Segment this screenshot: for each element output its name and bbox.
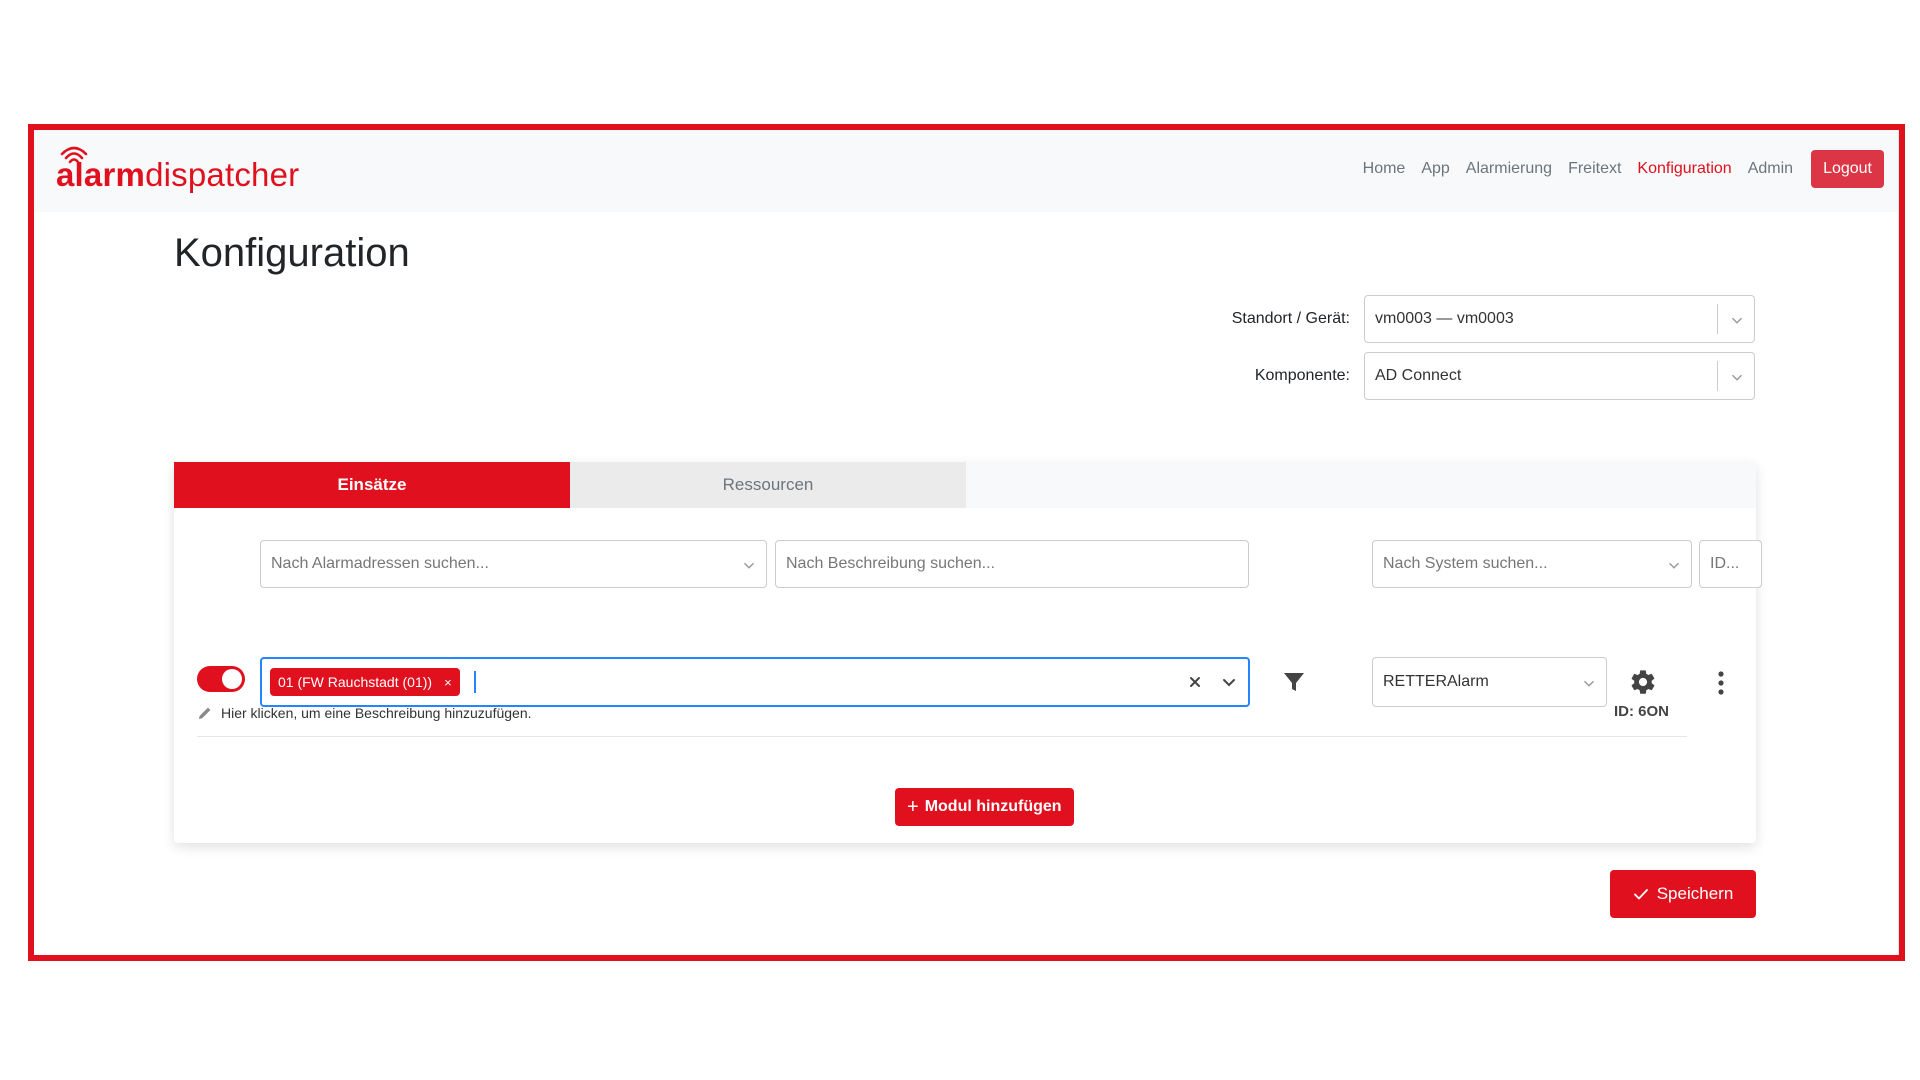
select-separator bbox=[1717, 304, 1718, 334]
kebab-icon[interactable] bbox=[1717, 670, 1725, 696]
save-label: Speichern bbox=[1656, 884, 1734, 903]
tab-einsaetze[interactable]: Einsätze bbox=[174, 462, 570, 508]
chevron-down-icon bbox=[743, 562, 755, 569]
chevron-down-icon bbox=[1583, 680, 1595, 687]
text-caret bbox=[474, 671, 476, 693]
location-value: vm0003 — vm0003 bbox=[1375, 310, 1514, 327]
page-title: Konfiguration bbox=[174, 231, 410, 275]
select-separator bbox=[1717, 361, 1718, 391]
logout-button[interactable]: Logout bbox=[1811, 150, 1884, 188]
chevron-down-icon[interactable] bbox=[1218, 671, 1240, 693]
save-button[interactable]: Speichern bbox=[1610, 870, 1756, 918]
nav-admin[interactable]: Admin bbox=[1748, 160, 1793, 178]
alarm-address-placeholder: Nach Alarmadressen suchen... bbox=[271, 555, 489, 572]
description-edit-row[interactable]: Hier klicken, um eine Beschreibung hinzu… bbox=[197, 705, 532, 721]
chevron-down-icon bbox=[1731, 374, 1743, 381]
nav-home[interactable]: Home bbox=[1363, 160, 1406, 178]
system-select[interactable]: RETTERAlarm bbox=[1372, 657, 1607, 707]
chip-label: 01 (FW Rauchstadt (01)) bbox=[278, 674, 433, 690]
add-module-label: Modul hinzufügen bbox=[924, 798, 1062, 815]
location-selector-row: Standort / Gerät: vm0003 — vm0003 bbox=[1232, 295, 1755, 343]
location-label: Standort / Gerät: bbox=[1231, 310, 1350, 327]
tab-bar: Einsätze Ressourcen bbox=[174, 462, 1756, 508]
nav-freitext[interactable]: Freitext bbox=[1568, 160, 1621, 178]
module-id-label: ID: 6ON bbox=[1614, 703, 1670, 720]
alarm-address-multiselect[interactable]: 01 (FW Rauchstadt (01)) × bbox=[260, 657, 1250, 707]
brand-logo[interactable]: alarmdispatcher bbox=[54, 144, 314, 200]
logo-text: alarmdispatcher bbox=[56, 156, 300, 193]
nav-app[interactable]: App bbox=[1421, 160, 1449, 178]
main-nav: Home App Alarmierung Freitext Konfigurat… bbox=[1363, 150, 1884, 188]
description-search[interactable]: Nach Beschreibung suchen... bbox=[775, 540, 1249, 588]
description-hint: Hier klicken, um eine Beschreibung hinzu… bbox=[221, 705, 532, 721]
chip-remove-button[interactable]: × bbox=[444, 675, 452, 690]
pencil-icon bbox=[199, 707, 211, 719]
id-search[interactable]: ID... bbox=[1699, 540, 1762, 588]
check-icon bbox=[1633, 889, 1648, 900]
navbar: alarmdispatcher Home App Alarmierung Fre… bbox=[34, 130, 1898, 212]
chevron-down-icon bbox=[1731, 317, 1743, 324]
id-placeholder: ID... bbox=[1710, 555, 1740, 572]
nav-alarmierung[interactable]: Alarmierung bbox=[1466, 160, 1552, 178]
alarm-address-chip: 01 (FW Rauchstadt (01)) × bbox=[270, 668, 460, 696]
config-card: Einsätze Ressourcen Nach Alarmadressen s… bbox=[174, 462, 1762, 843]
component-select[interactable]: AD Connect bbox=[1364, 352, 1755, 400]
toggle-knob bbox=[222, 669, 242, 689]
system-placeholder: Nach System suchen... bbox=[1383, 555, 1548, 572]
description-placeholder: Nach Beschreibung suchen... bbox=[786, 555, 996, 572]
clear-icon[interactable] bbox=[1184, 671, 1206, 693]
component-selector-row: Komponente: AD Connect bbox=[1255, 352, 1755, 400]
module-enabled-toggle[interactable] bbox=[197, 666, 245, 692]
alarm-address-search[interactable]: Nach Alarmadressen suchen... bbox=[260, 540, 767, 588]
plus-icon: + bbox=[907, 796, 919, 818]
system-search[interactable]: Nach System suchen... bbox=[1372, 540, 1692, 588]
nav-konfiguration[interactable]: Konfiguration bbox=[1637, 160, 1731, 178]
chevron-down-icon bbox=[1668, 562, 1680, 569]
app-frame: alarmdispatcher Home App Alarmierung Fre… bbox=[28, 124, 1905, 961]
component-value: AD Connect bbox=[1375, 367, 1462, 384]
tab-ressourcen[interactable]: Ressourcen bbox=[570, 462, 966, 508]
component-label: Komponente: bbox=[1254, 367, 1350, 384]
row-divider bbox=[197, 736, 1687, 737]
gear-icon[interactable] bbox=[1629, 668, 1657, 696]
funnel-icon[interactable] bbox=[1282, 670, 1306, 694]
system-value: RETTERAlarm bbox=[1383, 673, 1489, 690]
location-select[interactable]: vm0003 — vm0003 bbox=[1364, 295, 1755, 343]
add-module-button[interactable]: + Modul hinzufügen bbox=[895, 788, 1074, 826]
